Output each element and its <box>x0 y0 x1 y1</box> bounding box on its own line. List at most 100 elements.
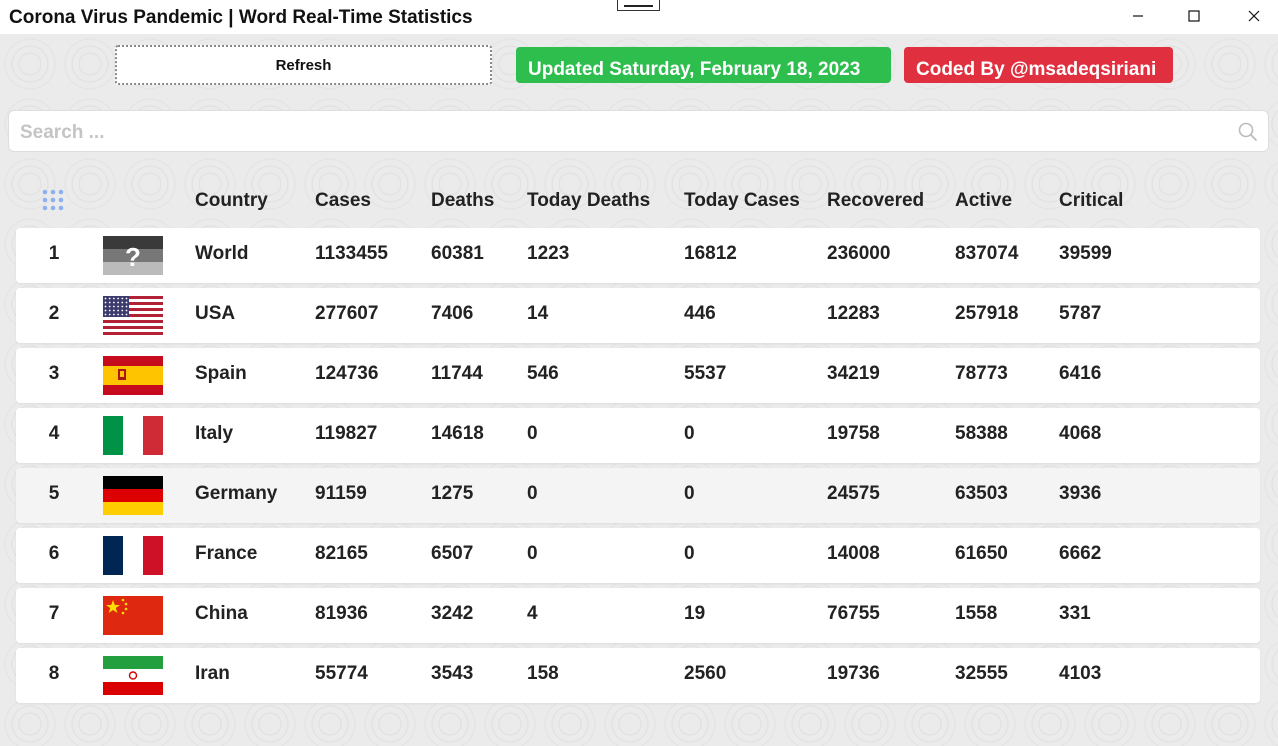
usa-flag-icon <box>103 296 163 335</box>
row-rank: 8 <box>48 663 60 684</box>
cell-today-deaths: 158 <box>527 663 559 684</box>
cell-today-cases: 19 <box>684 603 706 624</box>
svg-text:?: ? <box>125 242 141 272</box>
cell-today-cases: 446 <box>684 303 716 324</box>
cell-today-cases: 16812 <box>684 243 737 264</box>
cell-active: 78773 <box>955 363 1008 384</box>
cell-active: 63503 <box>955 483 1008 504</box>
table-row[interactable]: 3 Spain 124736 11744 546 5537 34219 78773 6416 <box>16 348 1260 403</box>
drag-handle[interactable] <box>617 0 660 11</box>
refresh-button[interactable]: Refresh <box>115 45 492 85</box>
table-row[interactable]: 5 Germany 91159 1275 0 0 24575 63503 3936 <box>16 468 1260 523</box>
row-rank: 2 <box>48 303 60 324</box>
cell-cases: 1133455 <box>315 243 388 264</box>
cell-critical: 6662 <box>1059 543 1102 564</box>
minimize-button[interactable] <box>1115 0 1161 32</box>
cell-cases: 277607 <box>315 303 379 324</box>
iran-flag-icon <box>103 656 163 695</box>
updated-date-badge: Updated Saturday, February 18, 2023 <box>516 47 891 83</box>
cell-country: Germany <box>195 483 278 504</box>
column-header-active[interactable]: Active <box>955 190 1012 214</box>
grid-dots-icon[interactable] <box>41 188 65 212</box>
cell-active: 257918 <box>955 303 1019 324</box>
column-header-deaths[interactable]: Deaths <box>431 190 494 214</box>
china-flag-icon <box>103 596 163 635</box>
cell-active: 32555 <box>955 663 1008 684</box>
cell-country: USA <box>195 303 236 324</box>
cell-deaths: 3242 <box>431 603 474 624</box>
table-row[interactable]: 7 China 81936 3242 4 19 76755 1558 331 <box>16 588 1260 643</box>
cell-cases: 91159 <box>315 483 367 504</box>
cell-cases: 55774 <box>315 663 368 684</box>
cell-deaths: 7406 <box>431 303 474 324</box>
close-button[interactable] <box>1231 0 1277 32</box>
table-row[interactable]: 2 USA 277607 7406 14 446 12283 257918 5787 <box>16 288 1260 343</box>
cell-cases: 119827 <box>315 423 378 444</box>
cell-active: 1558 <box>955 603 998 624</box>
cell-today-deaths: 1223 <box>527 243 570 264</box>
cell-recovered: 19758 <box>827 423 880 444</box>
column-header-today-deaths[interactable]: Today Deaths <box>527 190 650 214</box>
row-rank: 1 <box>48 243 60 264</box>
search-icon[interactable] <box>1238 122 1258 142</box>
table-row[interactable]: 6 France 82165 6507 0 0 14008 61650 6662 <box>16 528 1260 583</box>
minimize-icon <box>1133 15 1143 17</box>
cell-recovered: 14008 <box>827 543 880 564</box>
cell-deaths: 6507 <box>431 543 474 564</box>
cell-today-deaths: 14 <box>527 303 549 324</box>
maximize-button[interactable] <box>1171 0 1217 32</box>
unknown-flag-icon: ? <box>103 236 163 275</box>
cell-country: France <box>195 543 258 564</box>
cell-today-deaths: 0 <box>527 543 538 564</box>
cell-today-deaths: 4 <box>527 603 538 624</box>
cell-active: 61650 <box>955 543 1008 564</box>
cell-recovered: 12283 <box>827 303 880 324</box>
row-rank: 4 <box>48 423 60 444</box>
row-rank: 5 <box>48 483 60 504</box>
cell-country: Italy <box>195 423 234 444</box>
table-row[interactable]: 8 Iran 55774 3543 158 2560 19736 32555 4103 <box>16 648 1260 703</box>
table-row[interactable]: 4 Italy 119827 14618 0 0 19758 58388 4068 <box>16 408 1260 463</box>
cell-cases: 124736 <box>315 363 379 384</box>
spain-flag-icon <box>103 356 163 395</box>
italy-flag-icon <box>103 416 163 455</box>
column-header-country[interactable]: Country <box>195 190 268 214</box>
cell-active: 58388 <box>955 423 1008 444</box>
cell-critical: 4103 <box>1059 663 1102 684</box>
cell-country: Iran <box>195 663 230 684</box>
cell-country: China <box>195 603 248 624</box>
maximize-icon <box>1188 10 1200 22</box>
cell-active: 837074 <box>955 243 1019 264</box>
cell-cases: 82165 <box>315 543 368 564</box>
cell-cases: 81936 <box>315 603 368 624</box>
title-bar: Corona Virus Pandemic | Word Real-Time S… <box>0 0 1278 34</box>
cell-recovered: 34219 <box>827 363 880 384</box>
cell-deaths: 14618 <box>431 423 484 444</box>
cell-today-cases: 0 <box>684 483 695 504</box>
cell-today-cases: 2560 <box>684 663 727 684</box>
cell-critical: 5787 <box>1059 303 1102 324</box>
cell-today-cases: 0 <box>684 543 695 564</box>
search-input[interactable] <box>18 117 1222 149</box>
cell-recovered: 19736 <box>827 663 880 684</box>
cell-recovered: 236000 <box>827 243 891 264</box>
cell-recovered: 76755 <box>827 603 880 624</box>
column-header-critical[interactable]: Critical <box>1059 190 1123 214</box>
table-row[interactable]: 1? World 1133455 60381 1223 16812 236000 837074… <box>16 228 1260 283</box>
column-header-today-cases[interactable]: Today Cases <box>684 190 800 214</box>
cell-critical: 331 <box>1059 603 1091 624</box>
cell-today-deaths: 546 <box>527 363 559 384</box>
row-rank: 6 <box>48 543 60 564</box>
cell-today-deaths: 0 <box>527 423 538 444</box>
cell-today-deaths: 0 <box>527 483 538 504</box>
cell-country: World <box>195 243 249 264</box>
cell-critical: 6416 <box>1059 363 1102 384</box>
column-header-cases[interactable]: Cases <box>315 190 371 214</box>
column-header-recovered[interactable]: Recovered <box>827 190 924 214</box>
cell-country: Spain <box>195 363 247 384</box>
search-box[interactable] <box>8 110 1269 152</box>
row-rank: 3 <box>48 363 60 384</box>
cell-deaths: 11744 <box>431 363 483 384</box>
france-flag-icon <box>103 536 163 575</box>
cell-deaths: 3543 <box>431 663 474 684</box>
